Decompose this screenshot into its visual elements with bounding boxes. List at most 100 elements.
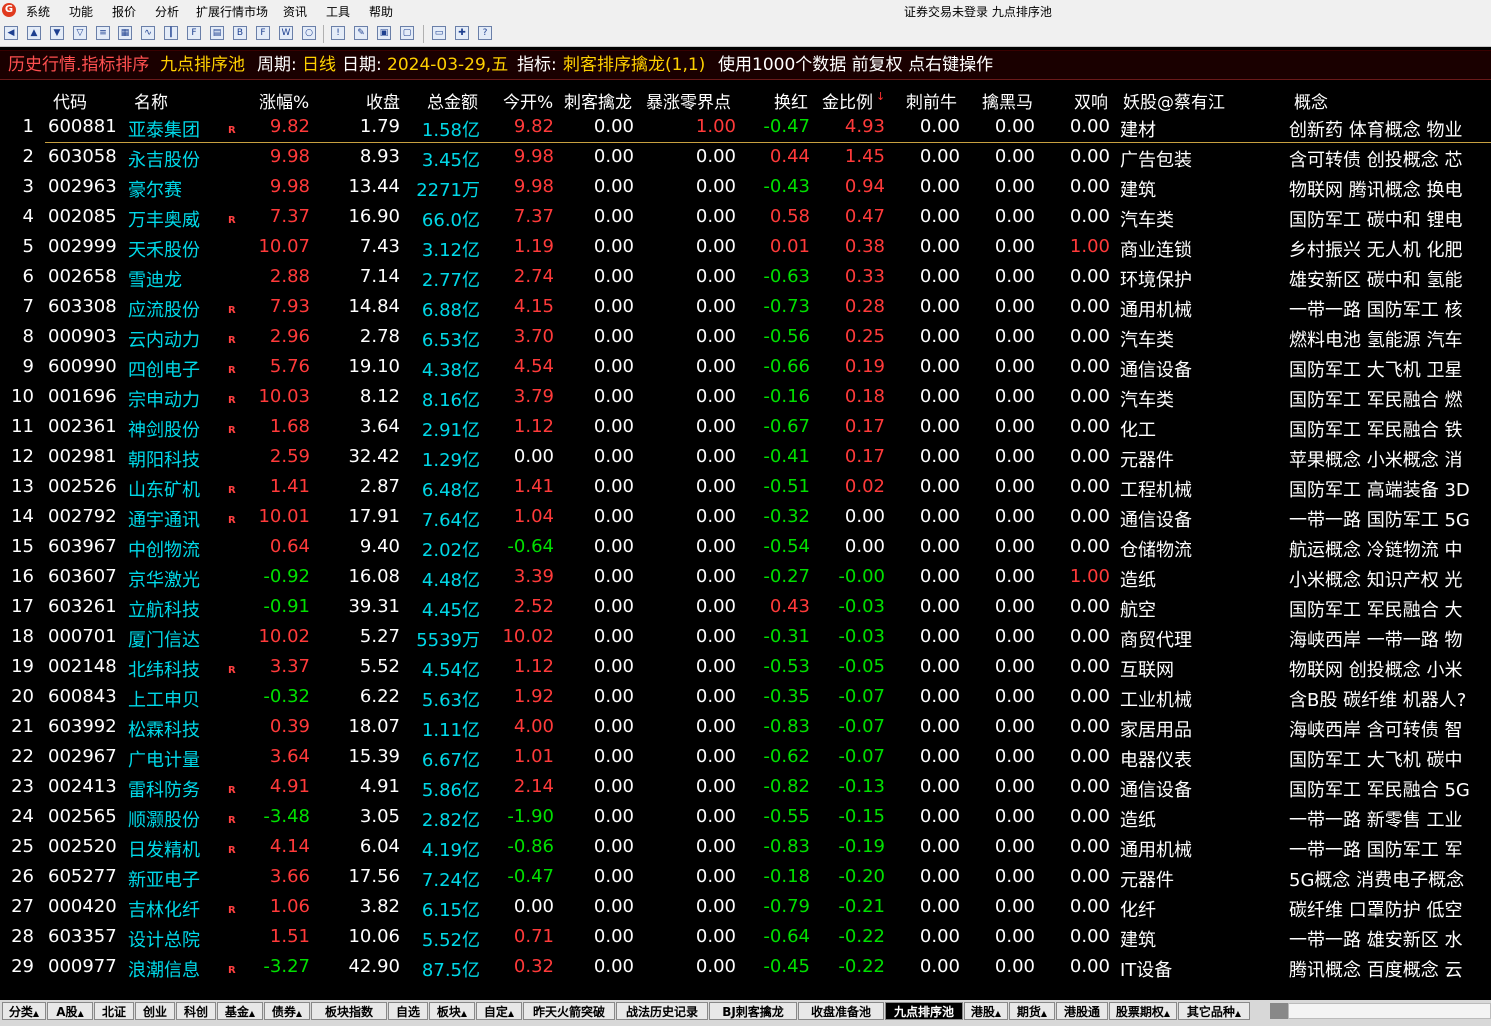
col-ciqian[interactable]: 刺前牛 [906,88,957,113]
table-row[interactable]: 29 000977 浪潮信息 -3.27 42.90 87.5亿 0.32 0.00 0.00 -… [0,953,1491,983]
scroll-left-button[interactable] [1270,1003,1288,1019]
col-name[interactable]: 名称 [134,88,168,113]
f11-icon[interactable]: F [256,26,270,40]
menu-tools[interactable]: 工具 [326,3,350,20]
tab-2[interactable]: A股▲ [47,1002,93,1020]
table-row[interactable]: 8 000903 云内动力 2.96 2.78 6.53亿 3.70 0.00 0.00 -0.5… [0,323,1491,353]
menu-function[interactable]: 功能 [69,3,93,20]
tab-10[interactable]: 板块▲ [429,1002,475,1020]
tab-7[interactable]: 债券▲ [264,1002,310,1020]
candle-chart-icon[interactable]: ┃ [164,26,178,40]
table-row[interactable]: 20 600843 上工申贝 -0.32 6.22 5.63亿 1.92 0.00 0.00 -0… [0,683,1491,713]
tab-3[interactable]: 北证 [94,1002,134,1020]
window-icon[interactable]: ○ [302,26,316,40]
tab-5[interactable]: 科创 [176,1002,216,1020]
table-row[interactable]: 28 603357 设计总院 1.51 10.06 5.52亿 0.71 0.00 0.00 -0… [0,923,1491,953]
tab-11[interactable]: 自定▲ [476,1002,522,1020]
table-row[interactable]: 12 002981 朝阳科技 2.59 32.42 1.29亿 0.00 0.00 0.00 -0… [0,443,1491,473]
baozhang-value: 0.00 [695,536,736,557]
table-row[interactable]: 16 603607 京华激光 -0.92 16.08 4.48亿 3.39 0.00 0.00 -… [0,563,1491,593]
tab-18[interactable]: 期货▲ [1009,1002,1055,1020]
col-close[interactable]: 收盘 [366,88,400,113]
tab-12[interactable]: 昨天火箭突破 [523,1002,615,1020]
table-row[interactable]: 11 002361 神剑股份 1.68 3.64 2.91亿 1.12 0.00 0.00 -0.… [0,413,1491,443]
table-row[interactable]: 27 000420 吉林化纤 1.06 3.82 6.15亿 0.00 0.00 0.00 -0.… [0,893,1491,923]
table-row[interactable]: 24 002565 顺灏股份 -3.48 3.05 2.82亿 -1.90 0.00 0.00 -… [0,803,1491,833]
huanhong-value: -0.51 [763,476,810,497]
tab-13[interactable]: 战法历史记录 [616,1002,708,1020]
tab-9[interactable]: 自选 [388,1002,428,1020]
col-concept[interactable]: 概念 [1294,88,1328,113]
grid-icon[interactable]: ▦ [118,26,132,40]
col-yaogu[interactable]: 妖股@蔡有江 [1123,88,1225,113]
table-row[interactable]: 7 603308 应流股份 7.93 14.84 6.88亿 4.15 0.00 0.00 -0.… [0,293,1491,323]
tab-1[interactable]: 分类▲ [2,1002,46,1020]
tab-19[interactable]: 港股通 [1056,1002,1108,1020]
table-row[interactable]: 2 603058 永吉股份 9.98 8.93 3.45亿 9.98 0.00 0.00 0.44… [0,143,1491,173]
col-huanhong[interactable]: 换红 [774,88,808,113]
table-row[interactable]: 17 603261 立航科技 -0.91 39.31 4.45亿 2.52 0.00 0.00 0… [0,593,1491,623]
table-row[interactable]: 10 001696 宗申动力 10.03 8.12 8.16亿 3.79 0.00 0.00 -0… [0,383,1491,413]
quote-list-icon[interactable]: ≡ [96,26,110,40]
table-row[interactable]: 18 000701 厦门信达 10.02 5.27 5539万 10.02 0.00 0.00 -… [0,623,1491,653]
table-row[interactable]: 21 603992 松霖科技 0.39 18.07 1.11亿 4.00 0.00 0.00 -0… [0,713,1491,743]
col-code[interactable]: 代码 [53,88,87,113]
industry: 仓储物流 [1120,540,1192,561]
f10-icon[interactable]: F [187,26,201,40]
table-row[interactable]: 5 002999 天禾股份 10.07 7.43 3.12亿 1.19 0.00 0.00 0.0… [0,233,1491,263]
tools-icon[interactable]: ✚ [455,26,469,40]
back-arrow-icon[interactable]: ◀ [4,26,18,40]
menu-quote[interactable]: 报价 [112,3,136,20]
col-amount[interactable]: 总金额 [427,88,478,113]
print-icon[interactable]: ▢ [400,26,414,40]
table-row[interactable]: 3 002963 豪尔赛 9.98 13.44 2271万 9.98 0.00 0.00 -0.4… [0,173,1491,203]
close-price: 8.93 [359,146,400,167]
table-row[interactable]: 1 600881 亚泰集团 9.82 1.79 1.58亿 9.82 0.00 1.00 -0.4… [0,113,1491,143]
menu-extended-market[interactable]: 扩展行情市场 [196,3,268,20]
menu-help[interactable]: 帮助 [369,3,393,20]
menu-news[interactable]: 资讯 [283,3,307,20]
tab-14[interactable]: BJ刺客擒龙 [709,1002,797,1020]
tab-16[interactable]: 九点排序池 [885,1002,963,1020]
f12-icon[interactable]: W [279,26,293,40]
tab-4[interactable]: 创业 [135,1002,175,1020]
col-jinbili[interactable]: 金比例 [822,88,873,113]
table-row[interactable]: 13 002526 山东矿机 1.41 2.87 6.48亿 1.41 0.00 0.00 -0.… [0,473,1491,503]
table-row[interactable]: 23 002413 雷科防务 4.91 4.91 5.86亿 2.14 0.00 0.00 -0.… [0,773,1491,803]
tab-8[interactable]: 板块指数 [311,1002,387,1020]
tab-15[interactable]: 收盘准备池 [798,1002,884,1020]
col-baozhang[interactable]: 暴涨零界点 [646,88,731,113]
col-qinhei[interactable]: 擒黑马 [982,88,1033,113]
down-arrow-icon[interactable]: ▽ [73,26,87,40]
help-icon[interactable]: ? [478,26,492,40]
line-chart-icon[interactable]: ∿ [141,26,155,40]
report-icon[interactable]: ▤ [210,26,224,40]
col-shuangxiang[interactable]: 双响 [1074,88,1108,113]
tab-17[interactable]: 港股▲ [964,1002,1008,1020]
f9-icon[interactable]: B [233,26,247,40]
table-row[interactable]: 26 605277 新亚电子 3.66 17.56 7.24亿 -0.47 0.00 0.00 -… [0,863,1491,893]
menu-analysis[interactable]: 分析 [155,3,179,20]
calc-icon[interactable]: ▣ [377,26,391,40]
forward-arrow-icon[interactable]: ▲ [27,26,41,40]
menu-system[interactable]: 系统 [26,3,50,20]
tab-21[interactable]: 其它品种▲ [1178,1002,1250,1020]
col-open[interactable]: 今开% [503,88,553,113]
col-cike[interactable]: 刺客擒龙 [564,88,632,113]
warning-icon[interactable]: ! [331,26,345,40]
table-row[interactable]: 15 603967 中创物流 0.64 9.40 2.02亿 -0.64 0.00 0.00 -0… [0,533,1491,563]
table-row[interactable]: 25 002520 日发精机 4.14 6.04 4.19亿 -0.86 0.00 0.00 -0… [0,833,1491,863]
table-row[interactable]: 4 002085 万丰奥威 7.37 16.90 66.0亿 7.37 0.00 0.00 0.5… [0,203,1491,233]
folder-icon[interactable]: ▭ [432,26,446,40]
table-row[interactable]: 22 002967 广电计量 3.64 15.39 6.67亿 1.01 0.00 0.00 -0… [0,743,1491,773]
edit-icon[interactable]: ✎ [354,26,368,40]
tab-20[interactable]: 股票期权▲ [1109,1002,1177,1020]
tab-6[interactable]: 基金▲ [217,1002,263,1020]
col-change[interactable]: 涨幅% [259,88,309,113]
table-row[interactable]: 6 002658 雪迪龙 2.88 7.14 2.77亿 2.74 0.00 0.00 -0.63… [0,263,1491,293]
up-arrow-icon[interactable]: ▼ [50,26,64,40]
horizontal-scrollbar[interactable] [1288,1003,1491,1019]
table-row[interactable]: 14 002792 通宇通讯 10.01 17.91 7.64亿 1.04 0.00 0.00 -… [0,503,1491,533]
table-row[interactable]: 19 002148 北纬科技 3.37 5.52 4.54亿 1.12 0.00 0.00 -0.… [0,653,1491,683]
table-row[interactable]: 9 600990 四创电子 5.76 19.10 4.38亿 4.54 0.00 0.00 -0.… [0,353,1491,383]
